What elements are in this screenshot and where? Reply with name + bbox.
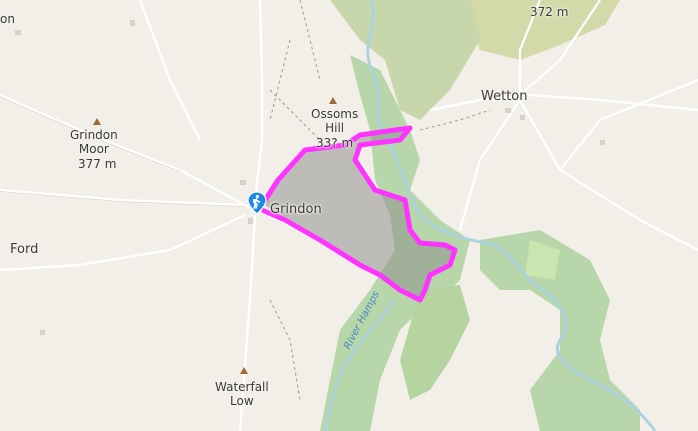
place-grindon[interactable]: Grindon — [270, 203, 322, 217]
peak-ossoms-hill-name: Ossoms Hill — [311, 107, 359, 135]
peak-ossoms-hill-elev: 33? m — [316, 136, 354, 150]
peak-grindon-moor-elev: 377 m — [78, 157, 117, 171]
peak-triangle-ossoms-hill — [329, 97, 337, 104]
place-ford[interactable]: Ford — [10, 243, 38, 257]
map-base-layer — [0, 0, 698, 431]
peak-triangle-waterfall-low — [240, 367, 248, 374]
woodland-area-east — [480, 230, 640, 431]
place-wetton[interactable]: Wetton — [481, 90, 527, 104]
peak-grindon-moor-name: Grindon Moor — [70, 128, 118, 156]
peak-top-elev: 372 m — [530, 5, 569, 19]
road-casings — [0, 96, 246, 207]
peak-triangle-grindon-moor — [93, 118, 101, 125]
start-marker[interactable] — [245, 191, 269, 215]
map-view[interactable]: on Wetton Grindon Ford Grindon Moor 377 … — [0, 0, 698, 431]
hiker-icon — [247, 191, 267, 215]
peak-waterfall-low-name: Waterfall Low — [215, 380, 269, 408]
label-top-left: on — [0, 12, 15, 26]
